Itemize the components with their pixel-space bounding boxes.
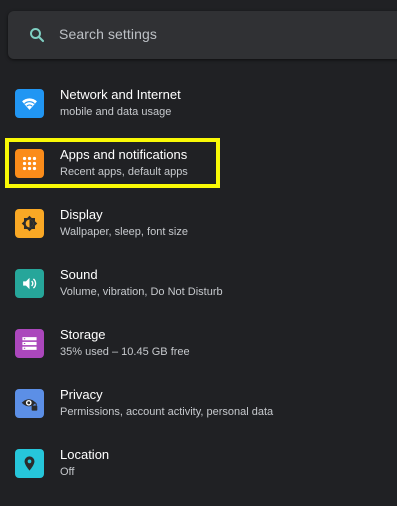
settings-item-title: Privacy <box>60 387 103 402</box>
storage-icon <box>15 329 44 358</box>
brightness-icon <box>15 209 44 238</box>
settings-item-storage[interactable]: Storage 35% used – 10.45 GB free <box>0 313 397 373</box>
search-bar[interactable]: Search settings <box>8 11 397 59</box>
settings-item-title: Storage <box>60 327 106 342</box>
wifi-icon <box>15 89 44 118</box>
settings-item-subtitle: mobile and data usage <box>60 106 172 118</box>
settings-item-location[interactable]: Location Off <box>0 433 397 493</box>
settings-item-title: Network and Internet <box>60 87 181 102</box>
settings-item-subtitle: Permissions, account activity, personal … <box>60 406 274 418</box>
settings-item-display[interactable]: Display Wallpaper, sleep, font size <box>0 193 397 253</box>
settings-item-title: Location <box>60 447 110 462</box>
settings-item-network[interactable]: Network and Internet mobile and data usa… <box>0 73 397 133</box>
settings-item-subtitle: 35% used – 10.45 GB free <box>60 346 190 358</box>
settings-item-subtitle: Wallpaper, sleep, font size <box>60 226 188 238</box>
search-placeholder: Search settings <box>59 26 157 42</box>
settings-item-subtitle: Off <box>60 466 75 478</box>
privacy-eye-icon <box>15 389 44 418</box>
highlight-box <box>5 138 220 188</box>
volume-icon <box>15 269 44 298</box>
settings-item-subtitle: Volume, vibration, Do Not Disturb <box>60 286 223 298</box>
settings-item-privacy[interactable]: Privacy Permissions, account activity, p… <box>0 373 397 433</box>
settings-item-title: Sound <box>60 267 98 282</box>
settings-item-title: Display <box>60 207 103 222</box>
search-icon <box>30 28 45 43</box>
location-pin-icon <box>15 449 44 478</box>
settings-item-sound[interactable]: Sound Volume, vibration, Do Not Disturb <box>0 253 397 313</box>
